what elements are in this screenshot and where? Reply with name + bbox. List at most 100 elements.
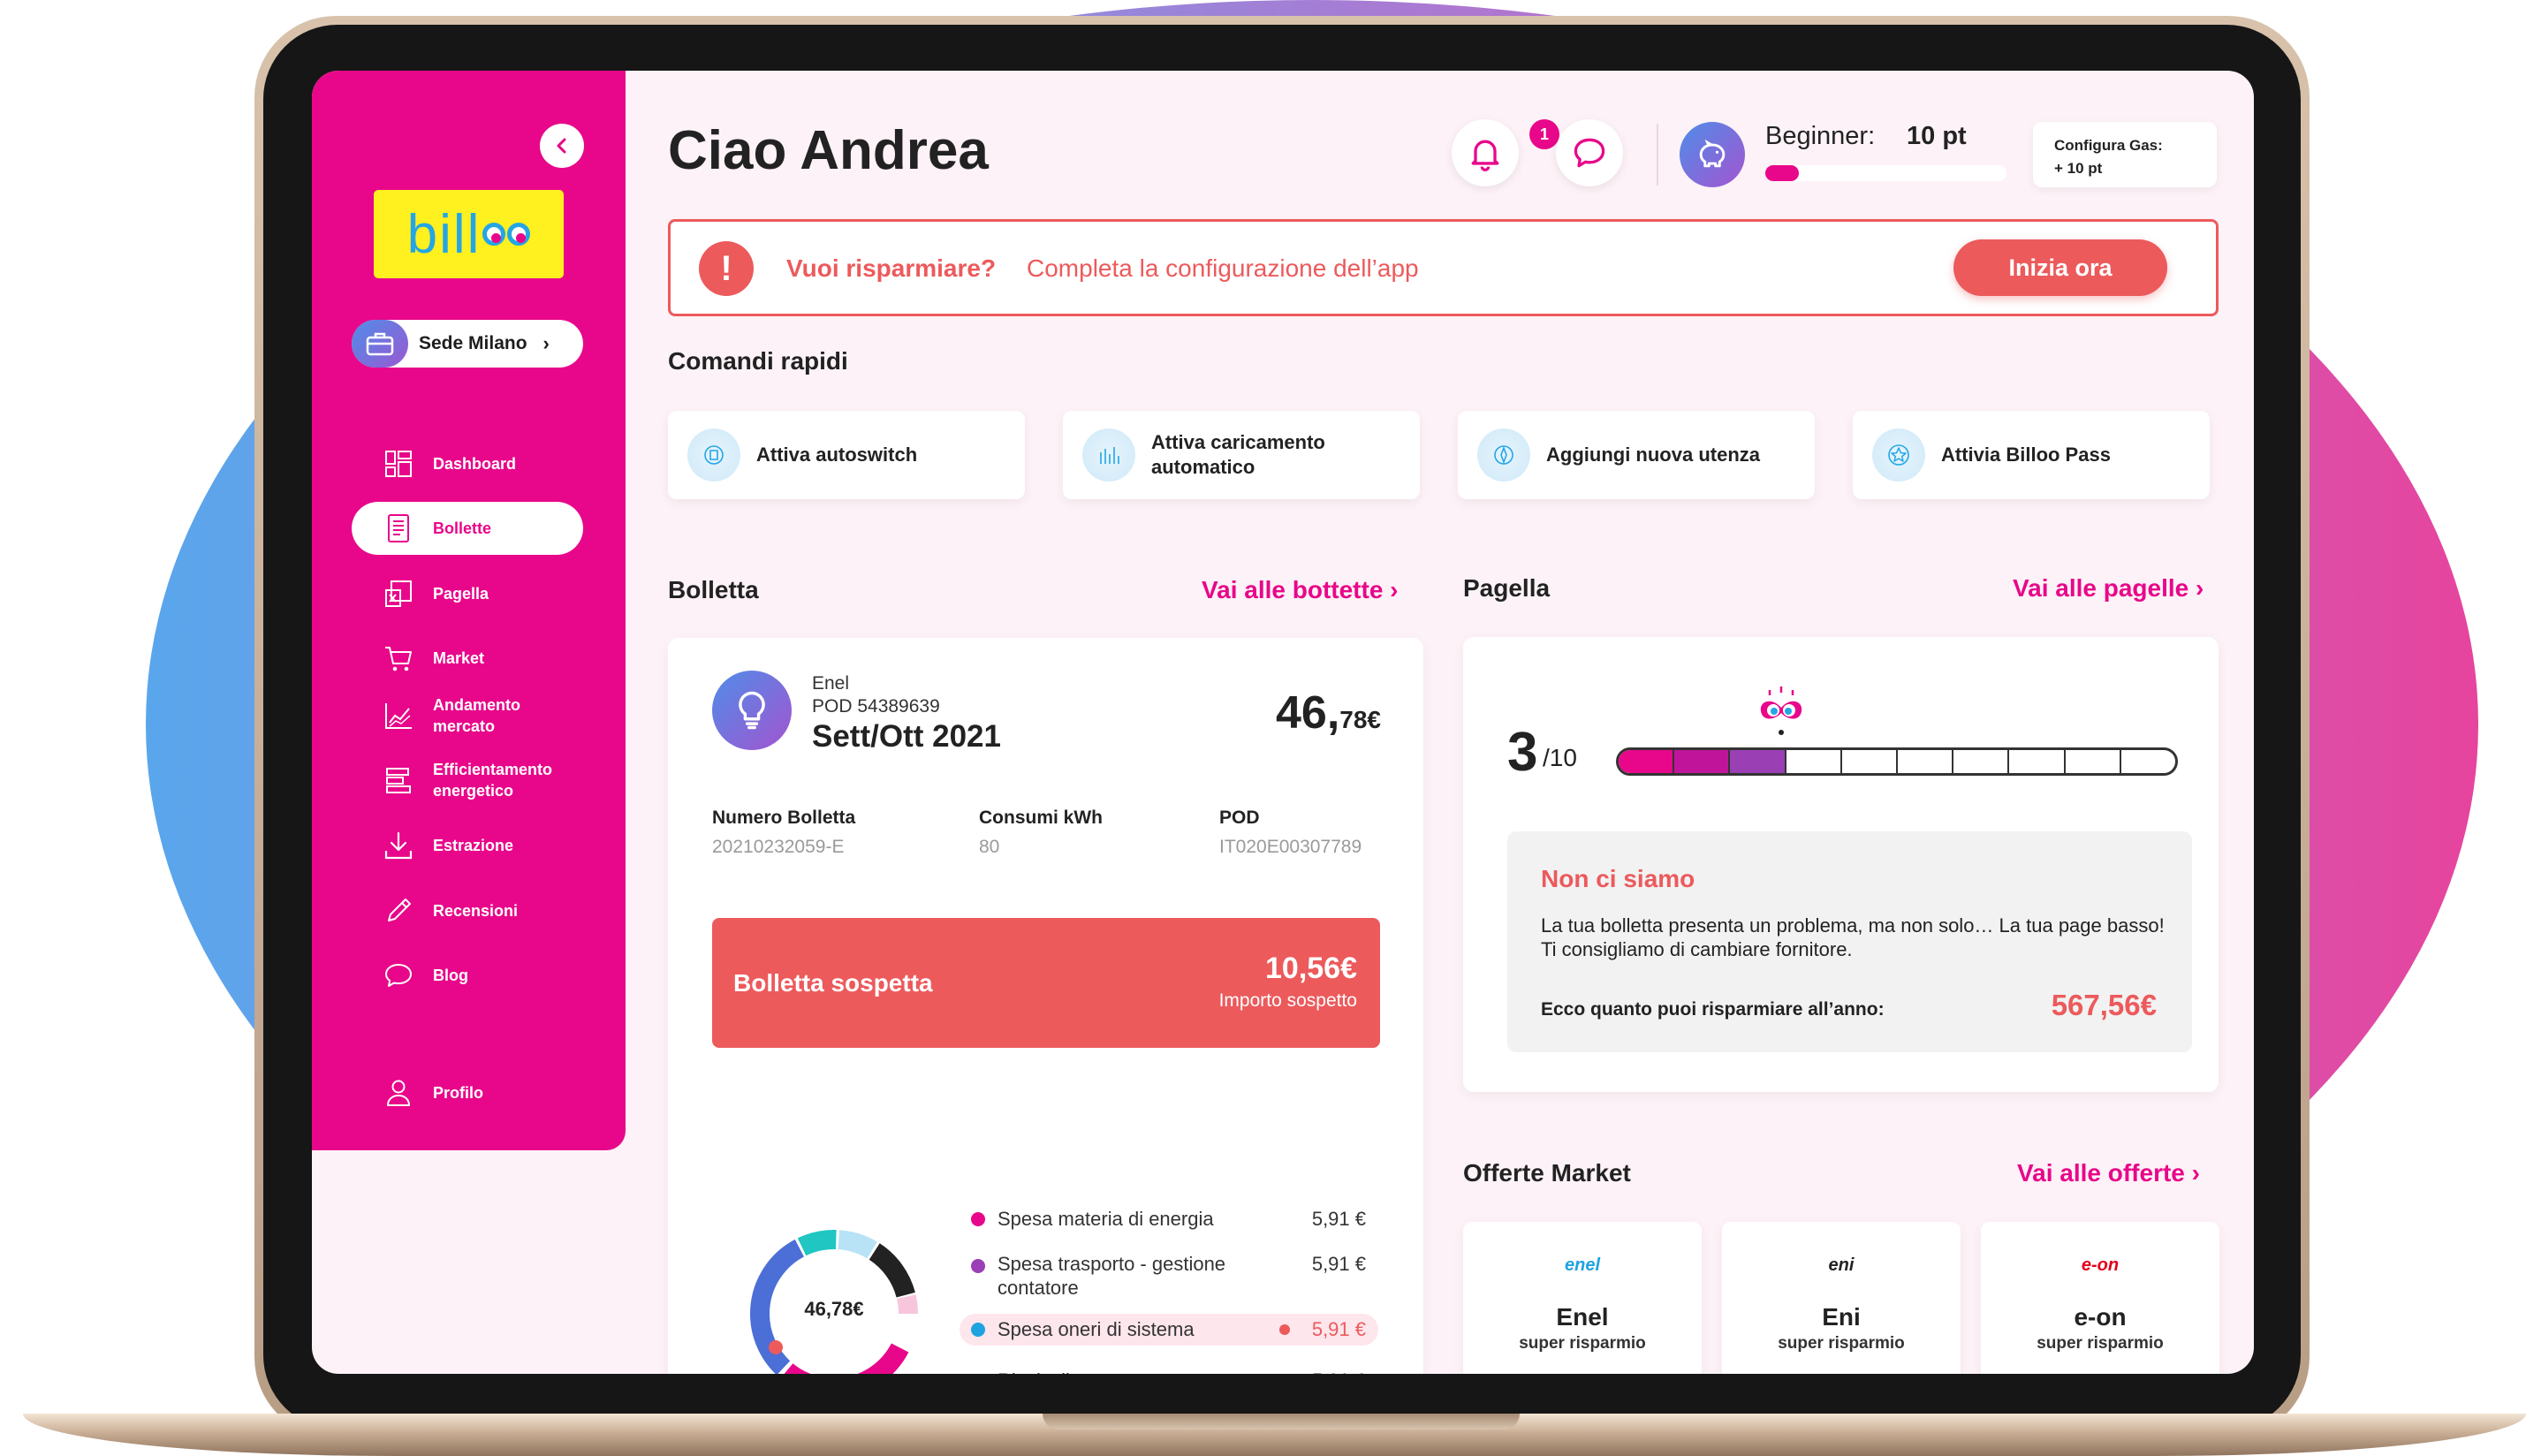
sidebar-item-efficientamento-energetico[interactable]: Efficientamento energetico — [352, 754, 583, 807]
notification-count-badge: 1 — [1529, 119, 1559, 149]
offer-provider-name: Eni — [1822, 1303, 1861, 1331]
start-now-button[interactable]: Inizia ora — [1953, 239, 2167, 296]
suspect-bill-banner[interactable]: Bolletta sospetta 10,56€ Importo sospett… — [712, 918, 1380, 1048]
advice-title: Non ci siamo — [1541, 865, 1695, 892]
sidebar-item-recensioni[interactable]: Recensioni — [352, 884, 583, 937]
quick-command-label: Attiva caricamento automatico — [1151, 431, 1325, 478]
offer-provider-name: e-on — [2074, 1303, 2127, 1331]
pagella-link[interactable]: Vai alle pagelle › — [2013, 574, 2204, 603]
score-max: /10 — [1543, 744, 1577, 771]
chat-button[interactable] — [1556, 119, 1623, 186]
star-icon — [1872, 428, 1925, 482]
breakdown-value: 5,91 € — [1311, 1318, 1366, 1340]
breakdown-label: Spesa trasporto - gestione contatore — [998, 1253, 1226, 1299]
autoswitch-icon — [687, 428, 740, 482]
level-points: 10 pt — [1907, 122, 1967, 150]
sidebar-item-label: Dashboard — [433, 455, 517, 473]
legend-color-dot — [971, 1259, 985, 1273]
bill-donut-chart: 46,78€ — [746, 1225, 922, 1374]
quick-command-attivia-billoo-pass[interactable]: Attivia Billoo Pass — [1853, 411, 2210, 499]
sidebar-item-label: Efficientamento energetico — [433, 761, 553, 800]
sidebar-item-label: Bollette — [433, 519, 492, 537]
offer-card-eni[interactable]: eni Eni super risparmio — [1722, 1222, 1961, 1374]
quick-command-attiva-caricamento-automatico[interactable]: Attiva caricamento automatico — [1063, 411, 1420, 499]
app-screen: bill Sede Milano › Dashboard Bollette Page… — [312, 71, 2254, 1374]
bill-provider: Enel — [812, 673, 850, 694]
sidebar-item-label: Market — [433, 649, 485, 667]
piggy-bank-icon[interactable] — [1680, 122, 1745, 187]
chart-icon — [376, 694, 421, 738]
sidebar-item-andamento-mercato[interactable]: Andamento mercato — [352, 689, 583, 742]
score-segment — [2066, 750, 2121, 773]
gas-title: Configura Gas: — [2054, 137, 2163, 154]
sidebar-item-profilo[interactable]: Profilo — [352, 1066, 583, 1119]
score-value: 3 — [1507, 722, 1538, 783]
billoo-logo: bill — [374, 190, 564, 278]
sidebar-item-label: Pagella — [433, 585, 489, 603]
bill-amount: 46,78€ — [1276, 686, 1381, 739]
advice-box: Non ci siamo La tua bolletta presenta un… — [1507, 831, 2192, 1052]
suspect-subtitle: Importo sospetto — [1218, 990, 1357, 1011]
level-progress-bar — [1765, 165, 2006, 181]
meta-value-consumi: 80 — [979, 837, 1000, 857]
level-label: Beginner: — [1765, 122, 1876, 150]
alert-title: Vuoi risparmiare? — [786, 254, 997, 282]
user-icon — [376, 1071, 421, 1115]
laptop-notch — [1043, 1414, 1520, 1429]
provider-logo: eni — [1828, 1255, 1855, 1275]
offer-subtitle: super risparmio — [1519, 1334, 1646, 1353]
breakdown-value: 5,91 € — [1312, 1369, 1366, 1374]
sidebar-item-bollette[interactable]: Bollette — [352, 502, 583, 555]
meta-head-numero: Numero Bolletta — [712, 808, 856, 828]
location-selector[interactable]: Sede Milano › — [352, 320, 583, 368]
bolletta-link[interactable]: Vai alle bottette › — [1202, 576, 1399, 604]
breakdown-label: Spesa oneri di sistema — [998, 1318, 1195, 1340]
sidebar-item-blog[interactable]: Blog — [352, 949, 583, 1002]
collapse-sidebar-button[interactable] — [540, 124, 584, 168]
breakdown-row[interactable]: Ricalcoli 5,91 € — [960, 1365, 1378, 1374]
quick-commands-title: Comandi rapidi — [668, 347, 848, 375]
score-segment — [1786, 750, 1842, 773]
chevron-right-icon: › — [542, 332, 550, 354]
sidebar-item-pagella[interactable]: Pagella — [352, 567, 583, 620]
bill-pod: POD 54389639 — [812, 696, 940, 717]
quick-command-attiva-autoswitch[interactable]: Attiva autoswitch — [668, 411, 1025, 499]
sidebar-item-label: Andamento mercato — [433, 696, 520, 735]
breakdown-row[interactable]: Spesa trasporto - gestione contatore 5,91… — [960, 1252, 1378, 1301]
download-icon — [376, 823, 421, 868]
sidebar-item-label: Estrazione — [433, 837, 514, 854]
breakdown-value: 5,91 € — [1311, 1208, 1366, 1230]
report-card-icon — [376, 572, 421, 616]
location-label: Sede Milano — [419, 333, 527, 353]
offerte-link[interactable]: Vai alle offerte › — [2017, 1159, 2200, 1187]
sidebar-item-estrazione[interactable]: Estrazione — [352, 819, 583, 872]
compass-icon — [1477, 428, 1530, 482]
chat-bubble-icon — [1574, 138, 1605, 168]
upload-chart-icon — [1082, 428, 1135, 482]
breakdown-label: Ricalcoli — [998, 1369, 1263, 1374]
mascot-icon — [1750, 681, 1812, 743]
pagella-card: 3 /10 Non ci siamo La tua bolletta prese… — [1463, 637, 2219, 1092]
configure-gas-card[interactable]: Configura Gas: + 10 pt — [2033, 122, 2217, 187]
advice-save-label: Ecco quanto puoi risparmiare all’anno: — [1541, 999, 1885, 1020]
breakdown-row[interactable]: Spesa oneri di sistema 5,91 € — [960, 1314, 1378, 1346]
offer-subtitle: super risparmio — [2037, 1334, 2164, 1353]
provider-logo: e-on — [2081, 1255, 2120, 1275]
quick-command-label: Attivia Billoo Pass — [1941, 444, 2111, 466]
chevron-left-icon — [557, 138, 566, 154]
bill-amount-int: 46, — [1275, 687, 1340, 739]
offer-card-e-on[interactable]: e-on e-on super risparmio — [1981, 1222, 2219, 1374]
notifications-button[interactable] — [1452, 119, 1519, 186]
breakdown-row[interactable]: Spesa materia di energia 5,91 € — [960, 1203, 1378, 1235]
sidebar-item-market[interactable]: Market — [352, 632, 583, 685]
score-segment — [2009, 750, 2066, 773]
score-segment — [1619, 750, 1675, 773]
quick-command-aggiungi-nuova-utenza[interactable]: Aggiungi nuova utenza — [1458, 411, 1815, 499]
quick-command-label: Attiva autoswitch — [756, 444, 918, 466]
bill-period: Sett/Ott 2021 — [812, 719, 1001, 754]
donut-total: 46,78€ — [804, 1298, 864, 1320]
sidebar-item-dashboard[interactable]: Dashboard — [352, 437, 583, 490]
dashboard-icon — [376, 442, 421, 486]
offer-card-enel[interactable]: enel Enel super risparmio — [1463, 1222, 1702, 1374]
advice-body: La tua bolletta presenta un problema, ma… — [1541, 914, 2165, 960]
